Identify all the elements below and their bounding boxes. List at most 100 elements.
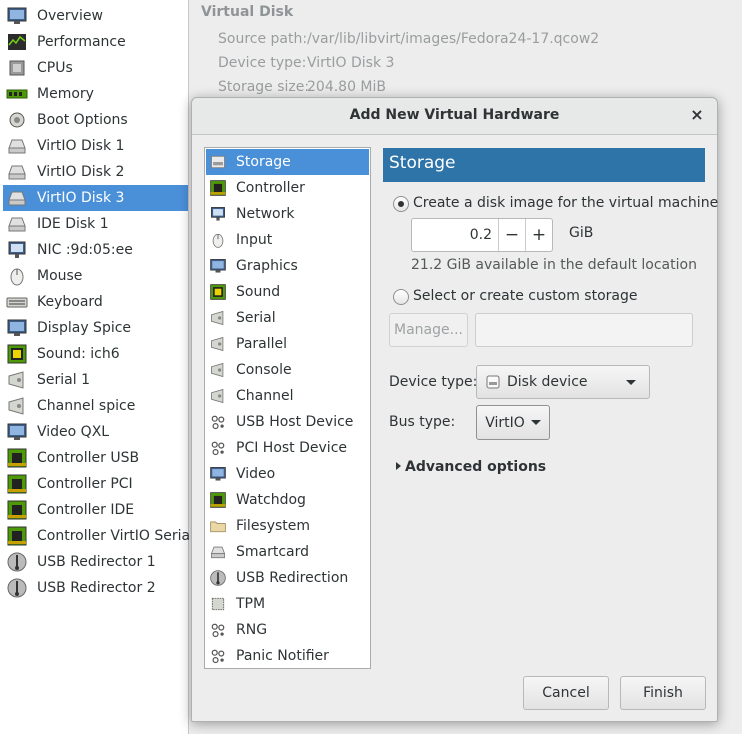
device-type-item-label: Console bbox=[236, 362, 292, 378]
close-icon[interactable]: × bbox=[688, 105, 706, 125]
custom-storage-path-field[interactable] bbox=[475, 313, 693, 347]
hardware-item-label: USB Redirector 2 bbox=[37, 580, 156, 596]
details-title: Virtual Disk bbox=[201, 4, 294, 20]
controller-icon bbox=[209, 491, 227, 509]
bus-type-value: VirtIO bbox=[485, 414, 525, 431]
bus-type-dropdown[interactable]: VirtIO bbox=[476, 405, 550, 440]
hardware-item[interactable]: Display Spice bbox=[3, 315, 188, 341]
device-type-item-label: Parallel bbox=[236, 336, 288, 352]
hardware-item-label: Mouse bbox=[37, 268, 83, 284]
device-type-item[interactable]: Controller bbox=[206, 175, 369, 201]
device-type-item[interactable]: Graphics bbox=[206, 253, 369, 279]
decrement-button[interactable]: − bbox=[498, 219, 525, 251]
hardware-item[interactable]: VirtIO Disk 1 bbox=[3, 133, 188, 159]
usb-host-icon bbox=[209, 439, 227, 457]
usb-redirect-icon bbox=[6, 551, 28, 573]
hardware-list[interactable]: Overview Performance CPUs Memory Boot Option… bbox=[0, 0, 194, 734]
hardware-item[interactable]: VirtIO Disk 3 bbox=[3, 185, 188, 211]
controller-icon bbox=[6, 499, 28, 521]
hardware-item[interactable]: USB Redirector 1 bbox=[3, 549, 188, 575]
device-type-item[interactable]: USB Host Device bbox=[206, 409, 369, 435]
display-icon bbox=[6, 421, 28, 443]
device-type-item[interactable]: Watchdog bbox=[206, 487, 369, 513]
controller-icon bbox=[6, 525, 28, 547]
device-type-item[interactable]: Storage bbox=[206, 149, 369, 175]
serial-icon bbox=[6, 395, 28, 417]
device-type-item[interactable]: Sound bbox=[206, 279, 369, 305]
available-space-text: 21.2 GiB available in the default locati… bbox=[411, 257, 697, 273]
hardware-item-label: VirtIO Disk 1 bbox=[37, 138, 125, 154]
device-type-item-label: USB Redirection bbox=[236, 570, 349, 586]
bus-type-field-label: Bus type: bbox=[389, 414, 456, 430]
cancel-button[interactable]: Cancel bbox=[523, 676, 609, 710]
hardware-item[interactable]: Serial 1 bbox=[3, 367, 188, 393]
hardware-item[interactable]: Controller IDE bbox=[3, 497, 188, 523]
hardware-item-label: Memory bbox=[37, 86, 94, 102]
disk-icon bbox=[209, 543, 227, 561]
hardware-item[interactable]: Overview bbox=[3, 3, 188, 29]
device-type-item[interactable]: USB Redirection bbox=[206, 565, 369, 591]
hardware-item-label: Keyboard bbox=[37, 294, 103, 310]
device-type-item[interactable]: Parallel bbox=[206, 331, 369, 357]
storage-size-value: 204.80 MiB bbox=[307, 79, 387, 95]
create-disk-radio[interactable] bbox=[393, 196, 409, 212]
hardware-item[interactable]: NIC :9d:05:ee bbox=[3, 237, 188, 263]
device-type-item[interactable]: Channel bbox=[206, 383, 369, 409]
disk-icon bbox=[6, 213, 28, 235]
device-type-item[interactable]: RNG bbox=[206, 617, 369, 643]
device-type-item-label: Watchdog bbox=[236, 492, 306, 508]
custom-storage-label[interactable]: Select or create custom storage bbox=[413, 288, 638, 304]
device-type-item[interactable]: Smartcard bbox=[206, 539, 369, 565]
hardware-item[interactable]: USB Redirector 2 bbox=[3, 575, 188, 601]
device-type-item[interactable]: PCI Host Device bbox=[206, 435, 369, 461]
hardware-item-label: NIC :9d:05:ee bbox=[37, 242, 133, 258]
create-disk-label[interactable]: Create a disk image for the virtual mach… bbox=[413, 195, 718, 211]
hardware-item[interactable]: IDE Disk 1 bbox=[3, 211, 188, 237]
hardware-item-label: Overview bbox=[37, 8, 103, 24]
device-type-list[interactable]: Storage Controller Network Input Graphics Sou… bbox=[204, 147, 371, 669]
increment-button[interactable]: + bbox=[525, 219, 552, 251]
hardware-item[interactable]: Controller USB bbox=[3, 445, 188, 471]
device-type-item-label: Serial bbox=[236, 310, 276, 326]
advanced-options-expander[interactable]: Advanced options bbox=[396, 459, 546, 475]
device-type-item-label: Smartcard bbox=[236, 544, 310, 560]
device-type-item[interactable]: Console bbox=[206, 357, 369, 383]
hardware-item[interactable]: Controller VirtIO Serial bbox=[3, 523, 194, 549]
manage-button[interactable]: Manage... bbox=[389, 313, 468, 347]
device-type-item[interactable]: Video bbox=[206, 461, 369, 487]
device-type-label: Device type: bbox=[218, 55, 307, 71]
device-type-dropdown[interactable]: Disk device bbox=[476, 365, 650, 399]
device-type-item[interactable]: Input bbox=[206, 227, 369, 253]
device-type-item[interactable]: TPM bbox=[206, 591, 369, 617]
finish-button[interactable]: Finish bbox=[620, 676, 706, 710]
mouse-icon bbox=[6, 265, 28, 287]
hardware-item-label: Serial 1 bbox=[37, 372, 90, 388]
size-unit: GiB bbox=[569, 225, 594, 241]
device-type-item-label: RNG bbox=[236, 622, 268, 638]
device-type-item[interactable]: Filesystem bbox=[206, 513, 369, 539]
size-input[interactable] bbox=[412, 219, 498, 251]
controller-icon bbox=[209, 179, 227, 197]
serial-icon bbox=[209, 309, 227, 327]
device-type-item[interactable]: Panic Notifier bbox=[206, 643, 369, 669]
hardware-item[interactable]: Mouse bbox=[3, 263, 188, 289]
hardware-item[interactable]: Channel spice bbox=[3, 393, 188, 419]
device-type-value: Disk device bbox=[507, 374, 588, 390]
hardware-item[interactable]: Keyboard bbox=[3, 289, 188, 315]
storage-panel-header: Storage bbox=[383, 148, 705, 182]
custom-storage-radio[interactable] bbox=[393, 289, 409, 305]
hardware-item[interactable]: Boot Options bbox=[3, 107, 188, 133]
hardware-item[interactable]: Video QXL bbox=[3, 419, 188, 445]
device-type-item[interactable]: Network bbox=[206, 201, 369, 227]
hardware-item[interactable]: Sound: ich6 bbox=[3, 341, 188, 367]
serial-icon bbox=[209, 361, 227, 379]
display-icon bbox=[209, 465, 227, 483]
hardware-item[interactable]: CPUs bbox=[3, 55, 188, 81]
hardware-item[interactable]: VirtIO Disk 2 bbox=[3, 159, 188, 185]
hardware-item-label: VirtIO Disk 2 bbox=[37, 164, 125, 180]
device-type-item[interactable]: Serial bbox=[206, 305, 369, 331]
hardware-item[interactable]: Memory bbox=[3, 81, 188, 107]
controller-icon bbox=[6, 447, 28, 469]
hardware-item[interactable]: Controller PCI bbox=[3, 471, 188, 497]
hardware-item[interactable]: Performance bbox=[3, 29, 188, 55]
